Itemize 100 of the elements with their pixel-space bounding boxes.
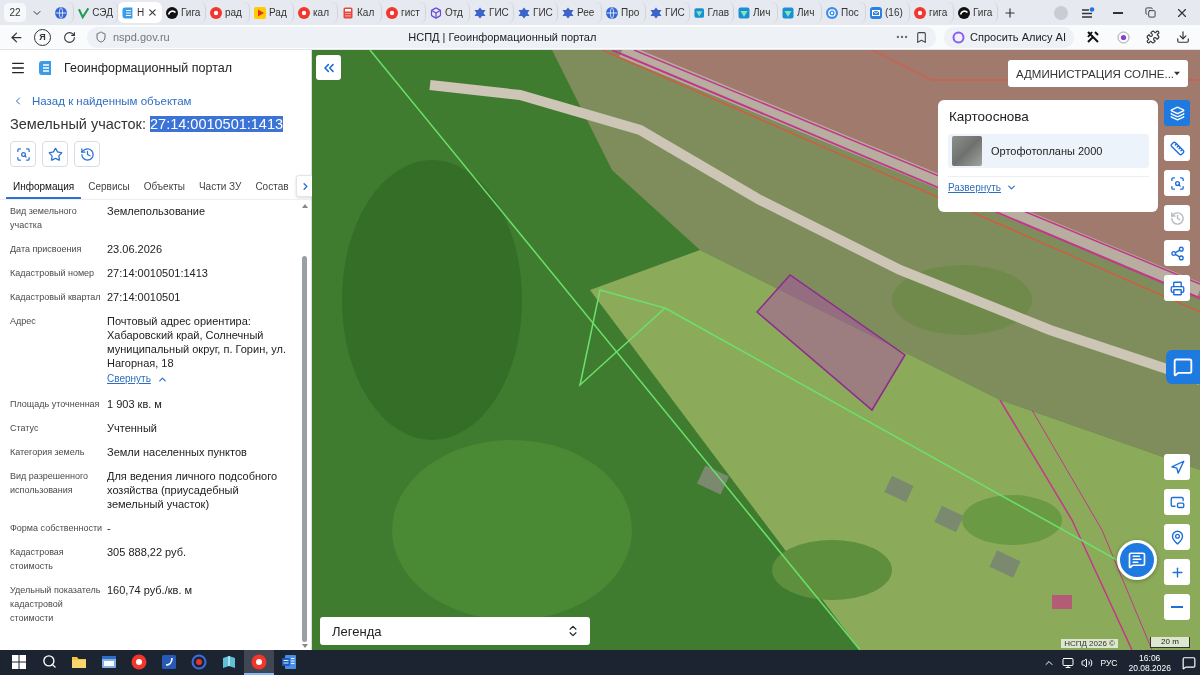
browser-tab[interactable]: Рее xyxy=(558,2,602,23)
browser-tab[interactable]: Пос xyxy=(822,2,866,23)
info-tab[interactable]: Части ЗУ xyxy=(191,175,249,199)
close-icon xyxy=(147,7,158,18)
browser-tab[interactable]: ГИС xyxy=(646,2,690,23)
print-button[interactable] xyxy=(1164,275,1190,301)
area-search-button[interactable] xyxy=(1164,170,1190,196)
info-tab[interactable]: Сервисы xyxy=(81,175,137,199)
scrollbar-thumb[interactable] xyxy=(302,256,307,642)
browser-tab[interactable]: гига xyxy=(910,2,954,23)
ask-alice-button[interactable]: Спросить Алису AI xyxy=(944,26,1074,48)
bookmark-icon xyxy=(915,30,929,44)
round-logo-icon xyxy=(298,6,310,19)
browser-tab[interactable]: Про xyxy=(602,2,646,23)
clear-layers-button[interactable] xyxy=(1164,100,1190,126)
swirl-orb-icon xyxy=(958,6,970,19)
favorite-button[interactable] xyxy=(42,141,68,167)
play-icon xyxy=(254,6,266,19)
network-icon[interactable] xyxy=(1062,656,1075,669)
browser-tab[interactable]: Отд xyxy=(426,2,470,23)
portal-logo-icon xyxy=(122,6,134,19)
collapse-link[interactable]: Свернуть xyxy=(107,371,168,387)
info-tab[interactable]: Объекты xyxy=(136,175,192,199)
location-button[interactable] xyxy=(1164,524,1190,550)
zoom-out-button[interactable] xyxy=(1164,594,1190,620)
property-label: Адрес xyxy=(10,315,37,328)
map-pin-icon xyxy=(1169,529,1185,545)
diamond-tile-icon xyxy=(738,6,750,19)
round-logo-icon xyxy=(131,653,147,670)
share-button[interactable] xyxy=(1164,240,1190,266)
windows-logo-icon xyxy=(11,653,27,670)
minimap-button[interactable] xyxy=(1164,489,1190,515)
browser-tab[interactable]: Рад xyxy=(250,2,294,23)
history-icon xyxy=(79,146,95,162)
browser-tab[interactable]: кал xyxy=(294,2,338,23)
property-label: Вид земельного участка xyxy=(10,205,78,232)
speech-bubble-icon xyxy=(1173,357,1193,377)
volume-icon[interactable] xyxy=(1081,656,1094,669)
scroll-down-icon xyxy=(301,644,308,648)
browser-tab[interactable]: Лич xyxy=(734,2,778,23)
browser-tab[interactable]: Гига xyxy=(954,2,998,23)
legend-select[interactable]: Легенда xyxy=(320,617,590,645)
tab-count-button[interactable]: 22 xyxy=(4,3,26,22)
at-sign-icon xyxy=(826,6,838,19)
browser-tab[interactable]: Кал xyxy=(338,2,382,23)
region-select[interactable]: АДМИНИСТРАЦИЯ СОЛНЕ... xyxy=(1008,60,1188,87)
zoom-in-button[interactable] xyxy=(1164,559,1190,585)
basemap-layer-item[interactable]: Ортофотопланы 2000 xyxy=(948,134,1149,168)
browser-tab[interactable]: Н xyxy=(118,2,162,23)
navigation-arrow-icon xyxy=(1169,459,1185,475)
property-label: Площадь уточненная xyxy=(10,398,101,411)
browser-tab[interactable]: Гига xyxy=(162,2,206,23)
navigate-button[interactable] xyxy=(1164,454,1190,480)
property-label: Форма собственности xyxy=(10,522,104,535)
address-bar[interactable]: nspd.gov.ru НСПД | Геоинформационный портал xyxy=(87,26,937,48)
browser-tab[interactable]: рад xyxy=(206,2,250,23)
property-value: Учтенный xyxy=(107,421,157,435)
chat-tab-button[interactable] xyxy=(1166,350,1200,384)
browser-tab[interactable]: гист xyxy=(382,2,426,23)
browser-tab[interactable]: ГИС xyxy=(514,2,558,23)
ring-icon xyxy=(952,30,966,44)
info-tab[interactable]: Информация xyxy=(6,175,82,199)
portal-logo-icon xyxy=(38,60,52,76)
menu-icon[interactable] xyxy=(10,60,26,76)
history-button[interactable] xyxy=(74,141,100,167)
info-tab[interactable]: Состав xyxy=(248,175,296,199)
diamond-tile-icon xyxy=(782,6,794,19)
browser-tab[interactable]: ГИС xyxy=(470,2,514,23)
avatar-icon xyxy=(1054,5,1068,20)
taskbar-app-button[interactable] xyxy=(244,650,274,675)
property-value: Для ведения личного подсобного хозяйства (приусадебный земельный участок) xyxy=(107,469,279,511)
globe-icon xyxy=(54,6,67,19)
select-on-map-button[interactable] xyxy=(10,141,36,167)
browser-tab[interactable]: Глав xyxy=(690,2,734,23)
round-logo-icon xyxy=(251,653,267,670)
emblem-icon xyxy=(474,6,486,19)
crossed-lines-icon xyxy=(1086,30,1100,44)
collapse-panel-button[interactable] xyxy=(316,55,341,80)
browser-tab[interactable]: (16) xyxy=(866,2,910,23)
measure-button[interactable] xyxy=(1164,135,1190,161)
property-label: Удельный показатель кадастровой стоимости xyxy=(10,584,102,625)
download-icon xyxy=(1176,30,1190,44)
property-value: 27:14:0010501 xyxy=(107,290,181,304)
mail-icon xyxy=(870,6,882,19)
back-link[interactable]: Назад к найденным объектам xyxy=(12,95,192,107)
chevron-down-icon xyxy=(1006,182,1017,193)
map-attribution: НСПД 2026 © xyxy=(1061,639,1118,648)
notification-icon[interactable] xyxy=(1182,655,1196,670)
expand-link[interactable]: Развернуть xyxy=(948,182,1017,193)
property-value: 305 888,22 руб. xyxy=(107,545,187,559)
cube-icon xyxy=(430,6,442,19)
property-value: Почтовый адрес ориентира: Хабаровский край, Солнечный муниципальный округ, п. Горин, ул. Нагорная, 18 xyxy=(107,314,288,370)
swirl-orb-icon xyxy=(166,6,178,19)
browser-tab[interactable]: Лич xyxy=(778,2,822,23)
property-value: Землепользование xyxy=(107,204,206,218)
minimize-icon xyxy=(1113,11,1123,14)
share-icon xyxy=(1169,245,1185,261)
history-icon xyxy=(1169,210,1185,226)
globe-icon xyxy=(606,6,618,19)
url-text: nspd.gov.ru xyxy=(113,31,170,43)
